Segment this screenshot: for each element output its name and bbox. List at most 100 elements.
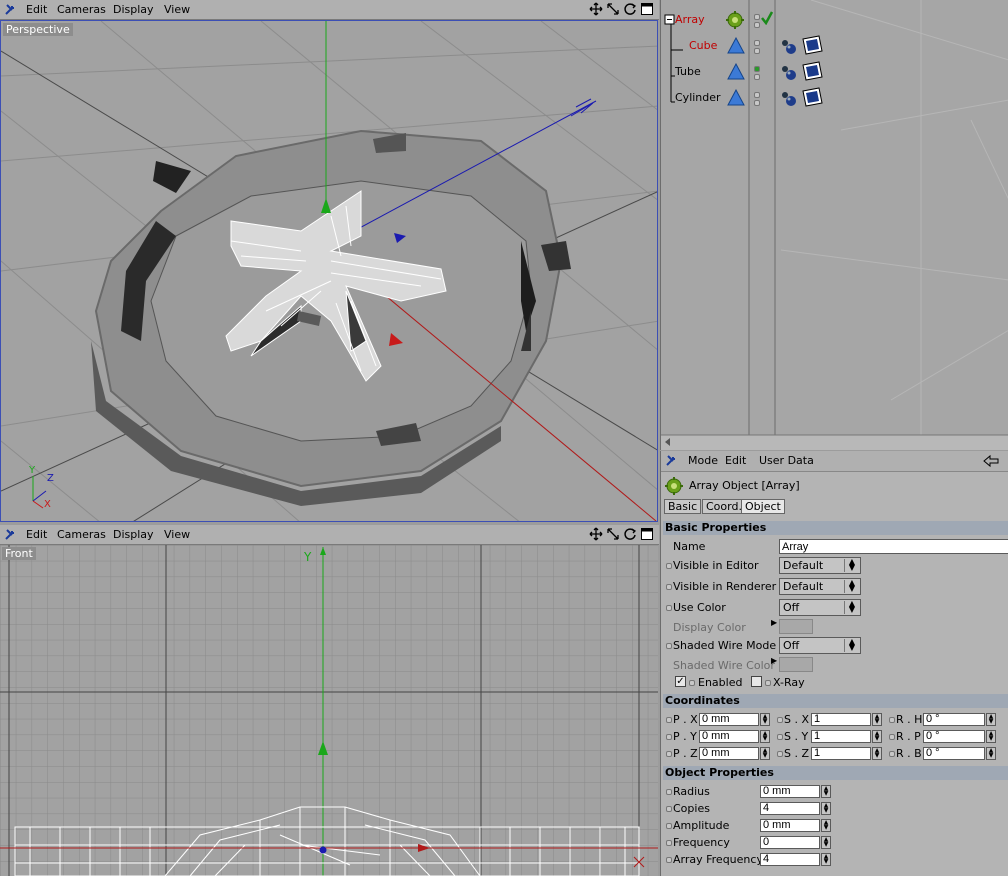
phong-tag-icon[interactable] [779, 89, 797, 107]
rb-field[interactable] [923, 747, 985, 760]
sx-stepper[interactable]: ▲ ▼ [872, 713, 882, 726]
sz-stepper[interactable]: ▲ ▼ [872, 747, 882, 760]
menu-edit[interactable]: Edit [26, 3, 47, 16]
radius-field[interactable] [760, 785, 820, 798]
shaded-wire-color-swatch[interactable] [779, 657, 813, 672]
object-row-array[interactable]: Array [661, 8, 1008, 32]
animate-dot[interactable] [666, 857, 672, 863]
name-field[interactable] [779, 539, 1008, 554]
phong-tag-icon[interactable] [779, 63, 797, 81]
animate-dot[interactable] [666, 734, 672, 740]
front-viewport[interactable]: Front Y [0, 545, 658, 876]
radius-stepper[interactable]: ▲ ▼ [821, 785, 831, 798]
menu-display[interactable]: Display [113, 528, 154, 541]
maximize-view-icon[interactable] [640, 527, 654, 541]
move-view-icon[interactable] [589, 527, 603, 541]
animate-dot[interactable] [889, 717, 895, 723]
menu-view[interactable]: View [164, 528, 190, 541]
use-color-dropdown[interactable]: Off ▲ ▼ [779, 599, 861, 616]
animate-dot[interactable] [666, 643, 672, 649]
animate-dot[interactable] [777, 751, 783, 757]
tab-coord[interactable]: Coord. [702, 499, 746, 514]
xray-checkbox[interactable] [751, 676, 762, 687]
animate-dot[interactable] [689, 680, 695, 686]
rh-stepper[interactable]: ▲ ▼ [986, 713, 996, 726]
rp-stepper[interactable]: ▲ ▼ [986, 730, 996, 743]
sz-field[interactable] [811, 747, 871, 760]
visibility-editor-dot[interactable] [754, 66, 760, 72]
cube-object-icon[interactable] [727, 37, 745, 55]
py-stepper[interactable]: ▲ ▼ [760, 730, 770, 743]
rp-field[interactable] [923, 730, 985, 743]
cylinder-object-icon[interactable] [727, 89, 745, 107]
texture-tag-icon[interactable] [801, 87, 823, 107]
rotate-view-icon[interactable] [623, 527, 637, 541]
array-generator-icon[interactable] [725, 10, 745, 30]
frequency-field[interactable] [760, 836, 820, 849]
app-axis-icon[interactable] [4, 527, 19, 542]
object-row-cylinder[interactable]: Cylinder [661, 86, 1008, 110]
visible-renderer-dropdown[interactable]: Default ▲ ▼ [779, 578, 861, 595]
pz-stepper[interactable]: ▲ ▼ [760, 747, 770, 760]
display-color-swatch[interactable] [779, 619, 813, 634]
menu-display[interactable]: Display [113, 3, 154, 16]
visibility-render-dot[interactable] [754, 100, 760, 106]
animate-dot[interactable] [666, 605, 672, 611]
animate-dot[interactable] [666, 789, 672, 795]
sx-field[interactable] [811, 713, 871, 726]
expand-arrow-icon[interactable]: ▶ [771, 656, 777, 665]
animate-dot[interactable] [889, 734, 895, 740]
visibility-render-dot[interactable] [754, 48, 760, 54]
object-name-tube[interactable]: Tube [675, 65, 701, 78]
px-field[interactable] [699, 713, 759, 726]
animate-dot[interactable] [889, 751, 895, 757]
object-row-tube[interactable]: Tube [661, 60, 1008, 84]
pz-field[interactable] [699, 747, 759, 760]
visible-editor-dropdown[interactable]: Default ▲ ▼ [779, 557, 861, 574]
array-frequency-stepper[interactable]: ▲ ▼ [821, 853, 831, 866]
menu-cameras[interactable]: Cameras [57, 528, 106, 541]
texture-tag-icon[interactable] [801, 35, 823, 55]
px-stepper[interactable]: ▲ ▼ [760, 713, 770, 726]
zoom-view-icon[interactable] [606, 2, 620, 16]
animate-dot[interactable] [666, 563, 672, 569]
rh-field[interactable] [923, 713, 985, 726]
enabled-check-icon[interactable] [761, 11, 773, 25]
animate-dot[interactable] [777, 734, 783, 740]
back-arrow-icon[interactable] [983, 454, 999, 468]
rb-stepper[interactable]: ▲ ▼ [986, 747, 996, 760]
rotate-view-icon[interactable] [623, 2, 637, 16]
py-field[interactable] [699, 730, 759, 743]
menu-user-data[interactable]: User Data [759, 454, 814, 467]
visibility-editor-dot[interactable] [754, 40, 760, 46]
visibility-render-dot[interactable] [754, 74, 760, 80]
zoom-view-icon[interactable] [606, 527, 620, 541]
animate-dot[interactable] [666, 823, 672, 829]
object-row-cube[interactable]: Cube [661, 34, 1008, 58]
sy-stepper[interactable]: ▲ ▼ [872, 730, 882, 743]
animate-dot[interactable] [666, 806, 672, 812]
object-name-array[interactable]: Array [675, 13, 705, 26]
phong-tag-icon[interactable] [779, 37, 797, 55]
app-axis-icon[interactable] [4, 2, 19, 17]
object-name-cylinder[interactable]: Cylinder [675, 91, 721, 104]
enabled-checkbox[interactable]: ✓ [675, 676, 686, 687]
array-frequency-field[interactable] [760, 853, 820, 866]
object-name-cube[interactable]: Cube [689, 39, 717, 52]
visibility-render-dot[interactable] [754, 22, 760, 28]
tube-object-icon[interactable] [727, 63, 745, 81]
animate-dot[interactable] [666, 717, 672, 723]
amplitude-field[interactable] [760, 819, 820, 832]
shaded-wire-dropdown[interactable]: Off ▲ ▼ [779, 637, 861, 654]
tab-basic[interactable]: Basic [664, 499, 702, 514]
animate-dot[interactable] [666, 840, 672, 846]
visibility-editor-dot[interactable] [754, 92, 760, 98]
animate-dot[interactable] [777, 717, 783, 723]
copies-stepper[interactable]: ▲ ▼ [821, 802, 831, 815]
menu-edit[interactable]: Edit [725, 454, 746, 467]
menu-edit[interactable]: Edit [26, 528, 47, 541]
amplitude-stepper[interactable]: ▲ ▼ [821, 819, 831, 832]
move-view-icon[interactable] [589, 2, 603, 16]
animate-dot[interactable] [666, 584, 672, 590]
copies-field[interactable] [760, 802, 820, 815]
